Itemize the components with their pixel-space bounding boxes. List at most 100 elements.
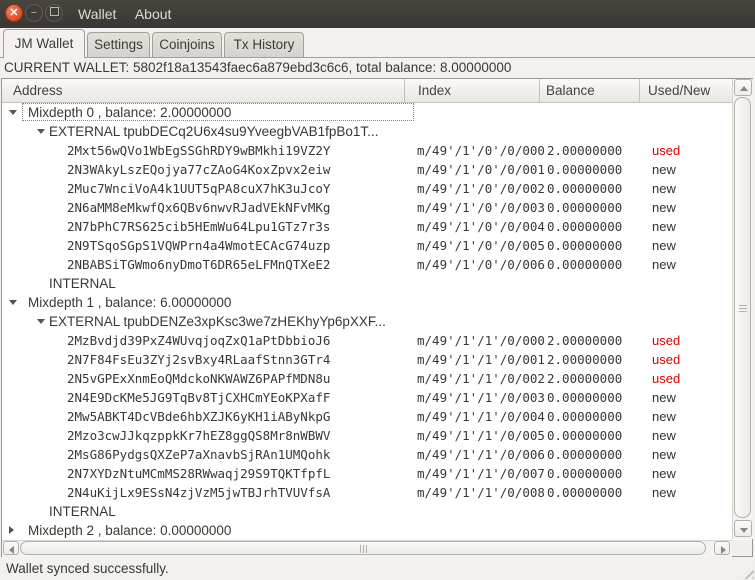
tree-row-address[interactable]: 2NBABSiTGWmo6nyDmoT6DR65eLFMnQTXeE2 m/49'…: [2, 255, 732, 274]
row-label: EXTERNAL tpubDECq2U6x4su9YveegbVAB1fpBo1…: [49, 124, 379, 139]
status-cell: new: [652, 447, 676, 462]
scroll-left-button[interactable]: [3, 541, 19, 555]
column-header-balance[interactable]: Balance: [546, 79, 595, 102]
status-cell: new: [652, 257, 676, 272]
column-header-address[interactable]: Address: [13, 79, 63, 102]
arrow-down-icon: [740, 528, 748, 533]
tree-row-address[interactable]: 2N6aMM8eMkwfQx6QBv6nwvRJadVEkNFvMKg m/49'…: [2, 198, 732, 217]
row-label: Mixdepth 0 , balance: 2.00000000: [28, 105, 232, 120]
minimize-button-icon[interactable]: −: [25, 4, 43, 22]
wallet-tree: Address Index Balance Used/New Mixdepth 0 ,…: [1, 78, 753, 557]
address-cell: 2Muc7WnciVoA4k1UUT5qPA8cuX7hK3uJcoY: [67, 181, 331, 196]
address-cell: 2N7bPhC7RS625cib5HEmWu64Lpu1GTz7r3s: [67, 219, 331, 234]
address-cell: 2Mw5ABKT4DcVBde6hbXZJK6yKH1iAByNkpG: [67, 409, 331, 424]
status-cell: new: [652, 428, 676, 443]
column-header-used-new[interactable]: Used/New: [648, 79, 710, 102]
tree-row-address[interactable]: 2Mxt56wQVo1WbEgSSGhRDY9wBMkhi19VZ2Y m/49'…: [2, 141, 732, 160]
scroll-right-button[interactable]: [714, 541, 730, 555]
balance-cell: 0.00000000: [547, 390, 623, 405]
balance-cell: 0.00000000: [547, 428, 623, 443]
balance-cell: 0.00000000: [547, 466, 623, 481]
horizontal-scrollbar-thumb[interactable]: [20, 541, 706, 555]
row-label: Mixdepth 2 , balance: 0.00000000: [28, 523, 232, 538]
tree-row-address[interactable]: 2N9TSqoSGpS1VQWPrn4a4WmotECAcG74uzp m/49'…: [2, 236, 732, 255]
tab-jm-wallet[interactable]: JM Wallet: [3, 29, 85, 58]
tab-coinjoins[interactable]: Coinjoins: [152, 32, 222, 57]
tree-row-address[interactable]: 2MsG86PydgsQXZeP7aXnavbSjRAn1UMQohk m/49'…: [2, 445, 732, 464]
balance-cell: 2.00000000: [547, 333, 623, 348]
current-wallet-summary: CURRENT WALLET: 5802f18a13543faec6a879eb…: [0, 58, 755, 78]
expanded-arrow-icon[interactable]: [37, 319, 45, 324]
tree-rows: Mixdepth 0 , balance: 2.00000000 EXTERNAL…: [2, 103, 732, 540]
address-cell: 2N6aMM8eMkwfQx6QBv6nwvRJadVEkNFvMKg: [67, 200, 331, 215]
tree-row-address[interactable]: 2N4E9DcKMe5JG9TqBv8TjCXHCmYEoKPXafF m/49'…: [2, 388, 732, 407]
scrollbar-grip-icon: [360, 545, 367, 553]
tree-row-address[interactable]: 2N7F84FsEu3ZYj2svBxy4RLaafStnn3GTr4 m/49'…: [2, 350, 732, 369]
tree-row-address[interactable]: 2N3WAkyLszEQojya77cZAoG4KoxZpvx2eiw m/49'…: [2, 160, 732, 179]
tree-row-branch[interactable]: EXTERNAL tpubDECq2U6x4su9YveegbVAB1fpBo1…: [2, 122, 732, 141]
balance-cell: 0.00000000: [547, 257, 623, 272]
maximize-glyph: [49, 7, 59, 17]
resize-grip-icon[interactable]: [740, 565, 754, 579]
expanded-arrow-icon[interactable]: [9, 300, 17, 305]
address-cell: 2N7XYDzNtuMCmMS28RWwaqj29S9TQKTfpfL: [67, 466, 331, 481]
column-header-index[interactable]: Index: [418, 79, 451, 102]
tree-row-branch[interactable]: INTERNAL: [2, 502, 732, 521]
expanded-arrow-icon[interactable]: [9, 110, 17, 115]
tree-row-mixdepth[interactable]: Mixdepth 2 , balance: 0.00000000: [2, 521, 732, 540]
vertical-scrollbar-thumb[interactable]: [734, 97, 751, 518]
collapsed-arrow-icon[interactable]: [9, 526, 14, 534]
menubar: Wallet About: [78, 0, 185, 28]
menu-item-wallet[interactable]: Wallet: [78, 6, 116, 22]
tree-row-branch[interactable]: EXTERNAL tpubDENZe3xpKsc3we7zHEKhyYp6pXX…: [2, 312, 732, 331]
balance-cell: 0.00000000: [547, 200, 623, 215]
tree-row-address[interactable]: 2Muc7WnciVoA4k1UUT5qPA8cuX7hK3uJcoY m/49'…: [2, 179, 732, 198]
statusbar: Wallet synced successfully.: [0, 557, 755, 580]
status-cell: new: [652, 200, 676, 215]
tree-row-address[interactable]: 2N7XYDzNtuMCmMS28RWwaqj29S9TQKTfpfL m/49'…: [2, 464, 732, 483]
tree-row-address[interactable]: 2Mzo3cwJJkqzppkKr7hEZ8ggQS8Mr8nWBWV m/49'…: [2, 426, 732, 445]
scroll-down-button[interactable]: [734, 520, 752, 537]
tree-row-mixdepth[interactable]: Mixdepth 0 , balance: 2.00000000: [2, 103, 732, 122]
arrow-right-icon: [721, 546, 726, 554]
row-label: INTERNAL: [49, 276, 116, 291]
index-cell: m/49'/1'/1'/0/002: [417, 371, 545, 386]
balance-cell: 0.00000000: [547, 447, 623, 462]
tree-row-address[interactable]: 2N5vGPExXnmEoQMdckoNKWAWZ6PAPfMDN8u m/49'…: [2, 369, 732, 388]
arrow-left-icon: [9, 546, 14, 554]
balance-cell: 0.00000000: [547, 219, 623, 234]
balance-cell: 0.00000000: [547, 181, 623, 196]
close-button-icon[interactable]: ✕: [5, 4, 23, 22]
status-cell: used: [652, 143, 681, 158]
tree-row-address[interactable]: 2Mw5ABKT4DcVBde6hbXZJK6yKH1iAByNkpG m/49'…: [2, 407, 732, 426]
vertical-scrollbar[interactable]: [732, 79, 753, 539]
status-cell: new: [652, 485, 676, 500]
address-cell: 2N4uKijLx9ESsN4zjVzM5jwTBJrhTVUVfsA: [67, 485, 331, 500]
status-cell: new: [652, 409, 676, 424]
tree-row-branch[interactable]: INTERNAL: [2, 274, 732, 293]
titlebar: ✕ − Wallet About: [0, 0, 755, 28]
tree-row-address[interactable]: 2MzBvdjd39PxZ4WUvqjoqZxQ1aPtDbbioJ6 m/49'…: [2, 331, 732, 350]
index-cell: m/49'/1'/0'/0/000: [417, 143, 545, 158]
status-cell: new: [652, 466, 676, 481]
index-cell: m/49'/1'/0'/0/003: [417, 200, 545, 215]
address-cell: 2N9TSqoSGpS1VQWPrn4a4WmotECAcG74uzp: [67, 238, 331, 253]
index-cell: m/49'/1'/0'/0/001: [417, 162, 545, 177]
tab-tx-history[interactable]: Tx History: [224, 32, 304, 57]
row-label: INTERNAL: [49, 504, 116, 519]
status-cell: new: [652, 162, 676, 177]
tab-settings[interactable]: Settings: [87, 32, 150, 57]
status-cell: new: [652, 390, 676, 405]
horizontal-scrollbar[interactable]: [2, 540, 732, 557]
menu-item-about[interactable]: About: [135, 6, 172, 22]
tree-row-mixdepth[interactable]: Mixdepth 1 , balance: 6.00000000: [2, 293, 732, 312]
index-cell: m/49'/1'/1'/0/000: [417, 333, 545, 348]
index-cell: m/49'/1'/0'/0/006: [417, 257, 545, 272]
scrollbar-grip-icon: [739, 305, 747, 312]
tree-row-address[interactable]: 2N7bPhC7RS625cib5HEmWu64Lpu1GTz7r3s m/49'…: [2, 217, 732, 236]
address-cell: 2NBABSiTGWmo6nyDmoT6DR65eLFMnQTXeE2: [67, 257, 331, 272]
scroll-up-button[interactable]: [734, 79, 752, 96]
expanded-arrow-icon[interactable]: [37, 129, 45, 134]
tree-row-address[interactable]: 2N4uKijLx9ESsN4zjVzM5jwTBJrhTVUVfsA m/49'…: [2, 483, 732, 502]
maximize-button-icon[interactable]: [45, 4, 63, 22]
